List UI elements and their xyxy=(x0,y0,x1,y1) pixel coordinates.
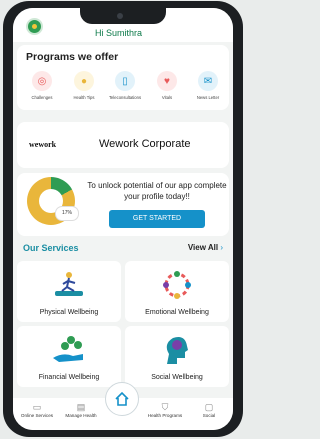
service-label: Physical Wellbeing xyxy=(39,309,99,316)
nav-social[interactable]: ▢ Social xyxy=(187,402,231,418)
service-label: Social Wellbeing xyxy=(151,374,203,381)
greeting: Hi Sumithra xyxy=(95,28,143,38)
clipboard-icon: ▤ xyxy=(76,402,86,412)
avatar[interactable] xyxy=(26,18,43,35)
services-header: Our Services View All › xyxy=(13,239,233,259)
nav-label: Social xyxy=(202,413,216,418)
service-social-wellbeing[interactable]: Social Wellbeing xyxy=(125,326,229,387)
profile-completion-card: 17% To unlock potential of our app compl… xyxy=(17,173,229,236)
phone-frame: Hi Sumithra Programs we offer ◎ Challeng… xyxy=(3,1,243,437)
services-title: Our Services xyxy=(23,243,79,253)
program-label: News Letter xyxy=(196,95,220,100)
camera-icon xyxy=(117,13,123,19)
coins-hand-icon xyxy=(53,336,83,362)
nav-home-button[interactable] xyxy=(105,382,139,416)
home-icon xyxy=(115,392,129,406)
laptop-icon: ▭ xyxy=(32,402,42,412)
nav-manage-health[interactable]: ▤ Manage Health xyxy=(59,402,103,418)
program-label: Teleconsultations xyxy=(108,95,142,100)
heart-monitor-icon: ♥ xyxy=(157,71,177,91)
app-screen: Hi Sumithra Programs we offer ◎ Challeng… xyxy=(13,8,233,430)
program-label: Health Tips xyxy=(73,95,95,100)
mail-icon: ✉ xyxy=(198,71,218,91)
service-financial-wellbeing[interactable]: Financial Wellbeing xyxy=(17,326,121,387)
program-label: Vitals xyxy=(161,95,173,100)
nav-health-programs[interactable]: ⛉ Health Programs xyxy=(143,402,187,418)
view-all-label: View All xyxy=(187,243,219,252)
service-emotional-wellbeing[interactable]: Emotional Wellbeing xyxy=(125,261,229,322)
people-circle-icon xyxy=(163,271,191,299)
program-label: Challenges xyxy=(31,95,53,100)
running-icon xyxy=(55,272,83,296)
service-label: Emotional Wellbeing xyxy=(145,309,209,316)
service-physical-wellbeing[interactable]: Physical Wellbeing xyxy=(17,261,121,322)
corporate-card[interactable]: wework Wework Corporate xyxy=(17,122,229,168)
shield-icon: ⛉ xyxy=(161,402,169,412)
programs-title: Programs we offer xyxy=(26,51,119,63)
chat-icon: ▢ xyxy=(204,402,214,412)
service-label: Financial Wellbeing xyxy=(38,374,100,381)
corporate-name: Wework Corporate xyxy=(99,138,191,150)
head-brain-icon xyxy=(166,337,188,364)
progress-percent: 17% xyxy=(55,206,79,221)
program-health-tips[interactable]: ● Health Tips xyxy=(64,71,104,100)
target-icon: ◎ xyxy=(32,71,52,91)
profile-message: To unlock potential of our app complete … xyxy=(87,181,227,201)
programs-card: Programs we offer ◎ Challenges ● Health … xyxy=(17,45,229,110)
program-teleconsultations[interactable]: ▯ Teleconsultations xyxy=(105,71,145,100)
program-vitals[interactable]: ♥ Vitals xyxy=(147,71,187,100)
bulb-icon: ● xyxy=(74,71,94,91)
chevron-right-icon: › xyxy=(220,243,223,252)
corporate-logo: wework xyxy=(29,140,57,149)
program-challenges[interactable]: ◎ Challenges xyxy=(22,71,62,100)
nav-label: Health Programs xyxy=(147,413,183,418)
view-all-link[interactable]: View All › xyxy=(188,243,223,252)
nav-online-services[interactable]: ▭ Online Services xyxy=(15,402,59,418)
program-newsletter[interactable]: ✉ News Letter xyxy=(188,71,228,100)
nav-label: Online Services xyxy=(20,413,54,418)
get-started-button[interactable]: GET STARTED xyxy=(109,210,205,228)
notch xyxy=(80,8,166,24)
nav-label: Manage Health xyxy=(65,413,97,418)
phone-icon: ▯ xyxy=(115,71,135,91)
